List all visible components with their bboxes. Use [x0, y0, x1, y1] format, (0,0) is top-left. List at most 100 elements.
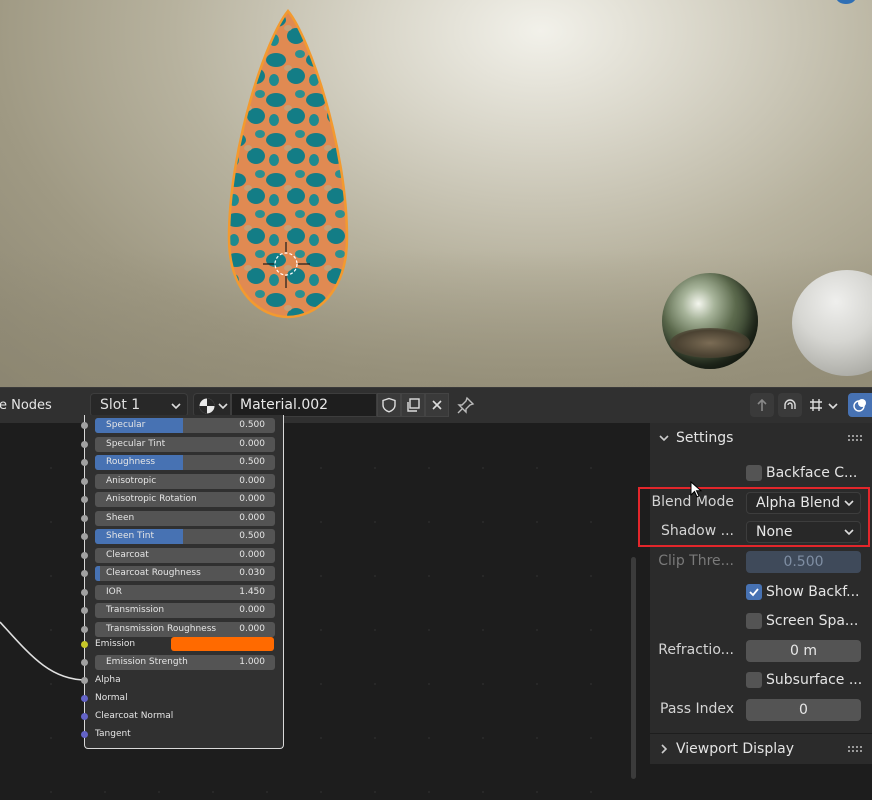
checkbox-box[interactable] [746, 613, 762, 629]
specular-tint-socket[interactable] [81, 441, 88, 448]
magnet-icon [784, 399, 796, 409]
settings-title: Settings [676, 430, 734, 446]
checkbox-box[interactable] [746, 584, 762, 600]
clip-threshold-field[interactable]: 0.500 [746, 551, 861, 573]
emission-strength-socket[interactable] [81, 659, 88, 666]
slot-value: Slot 1 [100, 397, 141, 413]
ior-label: IOR [106, 587, 122, 597]
duplicate-icon [407, 398, 420, 412]
editor-title: e Nodes [0, 398, 52, 413]
transmission-field[interactable]: Transmission 0.000 [95, 603, 275, 618]
unlink-material-button[interactable] [425, 393, 449, 417]
sheen-socket[interactable] [81, 515, 88, 522]
duplicate-material-button[interactable] [401, 393, 425, 417]
alpha-label: Alpha [95, 675, 121, 685]
roughness-field[interactable]: Roughness 0.500 [95, 455, 275, 470]
hdri-preview-sphere [662, 273, 758, 369]
tangent-label: Tangent [95, 729, 131, 739]
checkbox-box[interactable] [746, 672, 762, 688]
clearcoat-field[interactable]: Clearcoat 0.000 [95, 548, 275, 563]
chevron-down-icon [828, 403, 838, 410]
clearcoat-label: Clearcoat [106, 550, 149, 560]
principled-bsdf-node[interactable]: Specular 0.500 Specular Tint 0.000 Roughness… [81, 415, 284, 749]
alpha-socket[interactable] [81, 677, 88, 684]
refraction-depth-field[interactable]: 0 m [746, 640, 861, 662]
transmission-roughness-value: 0.000 [239, 624, 265, 634]
specular-field[interactable]: Specular 0.500 [95, 418, 275, 433]
node-editor-scrollbar[interactable] [631, 557, 636, 779]
settings-panel-header[interactable]: Settings [650, 423, 872, 453]
roughness-label: Roughness [106, 457, 156, 467]
chevron-right-icon [661, 744, 668, 754]
specular-label: Specular [106, 420, 146, 430]
normal-label: Normal [95, 693, 128, 703]
blender-window: e Nodes Slot 1 Material.002 Specular 0.5… [0, 0, 872, 800]
navigation-gizmo[interactable] [836, 0, 856, 4]
normal-socket[interactable] [81, 695, 88, 702]
selected-droplet-object[interactable] [226, 8, 350, 320]
specular-value: 0.500 [239, 420, 265, 430]
emission-label: Emission [95, 639, 136, 649]
transmission-value: 0.000 [239, 605, 265, 615]
emission-color-swatch[interactable] [171, 637, 274, 651]
sheen-tint-label: Sheen Tint [106, 531, 155, 541]
refraction-depth-label: Refractio... [658, 642, 734, 658]
clearcoat-roughness-field[interactable]: Clearcoat Roughness 0.030 [95, 566, 275, 581]
sheen-tint-socket[interactable] [81, 533, 88, 540]
drag-grip-icon[interactable] [848, 746, 862, 752]
clip-threshold-label: Clip Thre... [658, 553, 734, 569]
transmission-roughness-label: Transmission Roughness [106, 624, 217, 634]
show-backface-label: Show Backf... [766, 584, 860, 600]
sheen-tint-field[interactable]: Sheen Tint 0.500 [95, 529, 275, 544]
material-sphere-icon [199, 398, 215, 414]
pass-index-field[interactable]: 0 [746, 699, 861, 721]
snap-element-dropdown[interactable] [806, 393, 842, 417]
viewport-display-panel-header[interactable]: Viewport Display [650, 734, 872, 764]
anisotropic-rotation-value: 0.000 [239, 494, 265, 504]
transmission-roughness-socket[interactable] [81, 626, 88, 633]
pass-index-label: Pass Index [660, 701, 734, 717]
anisotropic-rotation-socket[interactable] [81, 496, 88, 503]
sheen-tint-value: 0.500 [239, 531, 265, 541]
slot-dropdown[interactable]: Slot 1 [90, 393, 188, 417]
clearcoat-normal-socket[interactable] [81, 713, 88, 720]
sheen-field[interactable]: Sheen 0.000 [95, 511, 275, 526]
roughness-socket[interactable] [81, 459, 88, 466]
chevron-down-icon [218, 403, 228, 410]
ior-socket[interactable] [81, 589, 88, 596]
pin-button[interactable] [456, 395, 478, 415]
anisotropic-rotation-field[interactable]: Anisotropic Rotation 0.000 [95, 492, 275, 507]
clearcoat-roughness-slider-fill [95, 566, 101, 581]
snapping-toggle[interactable] [778, 393, 802, 417]
3d-viewport[interactable] [0, 0, 872, 387]
subsurface-label: Subsurface ... [766, 672, 863, 688]
transmission-roughness-field[interactable]: Transmission Roughness 0.000 [95, 622, 275, 637]
drag-grip-icon[interactable] [848, 435, 862, 441]
pin-icon [457, 396, 475, 414]
emission-socket[interactable] [81, 641, 88, 648]
ior-field[interactable]: IOR 1.450 [95, 585, 275, 600]
backface-culling-label: Backface C... [766, 465, 858, 481]
anisotropic-field[interactable]: Anisotropic 0.000 [95, 474, 275, 489]
fake-user-button[interactable] [377, 393, 401, 417]
overlay-icon [853, 399, 866, 412]
chevron-down-icon [171, 403, 181, 410]
emission-strength-field[interactable]: Emission Strength 1.000 [95, 655, 275, 670]
transmission-socket[interactable] [81, 607, 88, 614]
viewport-display-title: Viewport Display [676, 741, 794, 757]
parent-node-button[interactable] [750, 393, 774, 417]
specular-socket[interactable] [81, 422, 88, 429]
overlay-toggle[interactable] [848, 393, 872, 417]
checkbox-box[interactable] [746, 465, 762, 481]
sheen-label: Sheen [106, 513, 135, 523]
anisotropic-value: 0.000 [239, 476, 265, 486]
specular-tint-field[interactable]: Specular Tint 0.000 [95, 437, 275, 452]
material-browse-button[interactable] [193, 393, 231, 417]
mouse-cursor-icon [690, 481, 703, 498]
clearcoat-roughness-socket[interactable] [81, 570, 88, 577]
tangent-socket[interactable] [81, 731, 88, 738]
anisotropic-socket[interactable] [81, 478, 88, 485]
material-name-field[interactable]: Material.002 [231, 393, 377, 417]
anisotropic-label: Anisotropic [106, 476, 157, 486]
clearcoat-socket[interactable] [81, 552, 88, 559]
